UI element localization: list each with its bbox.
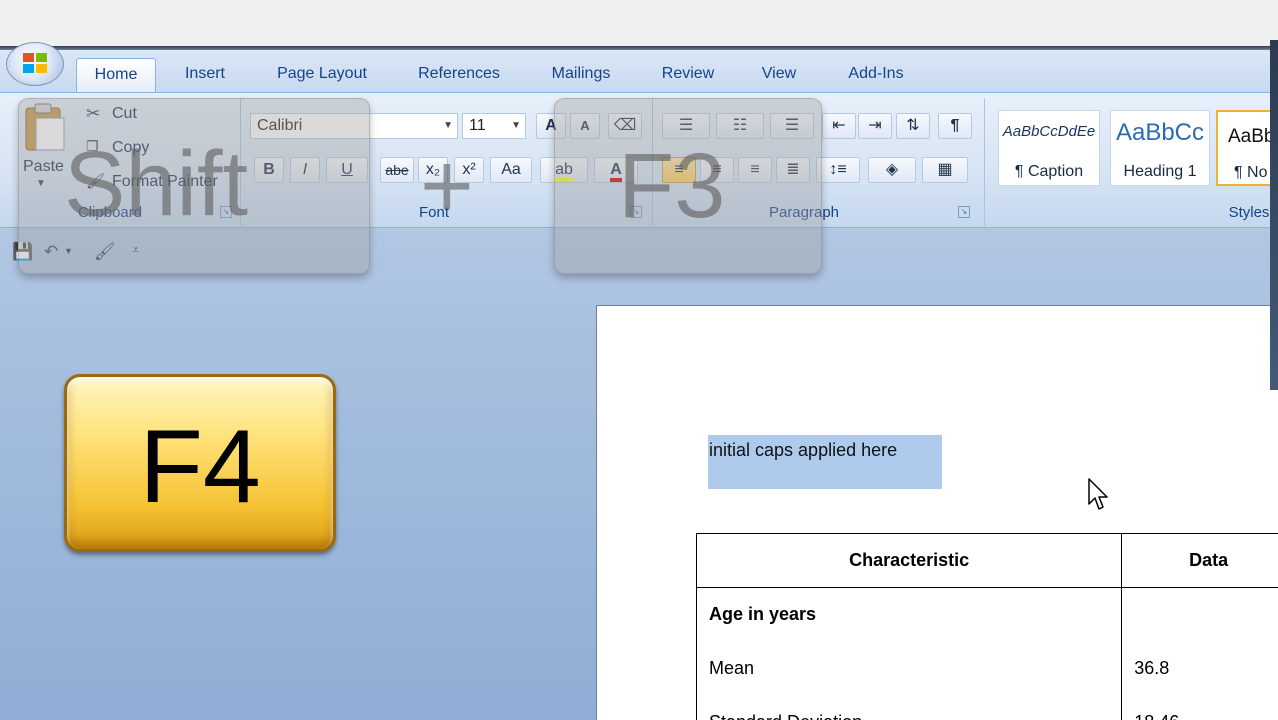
style-preview: AaBbCcDdEe	[1002, 123, 1096, 140]
style-name: ¶ Caption	[1014, 163, 1084, 180]
strikethrough-button[interactable]: abe	[380, 157, 414, 183]
f4-key-graphic: F4	[64, 374, 336, 552]
table-header-characteristic[interactable]: Characteristic	[695, 533, 1123, 588]
table-cell[interactable]: Mean	[695, 641, 1123, 696]
style-no-spacing[interactable]: AaBb ¶ No	[1216, 110, 1278, 186]
table-row: Standard Deviation 18.46	[695, 695, 1278, 720]
selected-text[interactable]: initial caps applied here	[709, 440, 897, 461]
table-cell[interactable]: 36.8	[1121, 641, 1278, 696]
window-right-edge	[1270, 40, 1278, 390]
f3-overlay-text: F3	[618, 135, 726, 237]
increase-indent-icon: ⇥	[868, 117, 882, 134]
tab-review[interactable]: Review	[648, 58, 728, 92]
sort-button[interactable]: ⇅	[896, 113, 930, 139]
tab-mailings[interactable]: Mailings	[536, 58, 626, 92]
style-name: ¶ No	[1234, 164, 1268, 181]
title-bar-area	[0, 0, 1278, 48]
tab-references[interactable]: References	[404, 58, 514, 92]
table-cell[interactable]: 18.46	[1121, 695, 1278, 720]
group-separator	[984, 98, 985, 226]
table-row: Mean 36.8	[695, 641, 1278, 696]
f4-key-label: F4	[139, 409, 261, 525]
font-size-value: 11	[469, 117, 486, 134]
shading-button[interactable]: ◈	[868, 157, 916, 183]
style-caption[interactable]: AaBbCcDdEe ¶ Caption	[998, 110, 1100, 186]
borders-icon: ▦	[937, 161, 953, 178]
show-formatting-button[interactable]: ¶	[938, 113, 972, 139]
decrease-indent-button[interactable]: ⇤	[822, 113, 856, 139]
chevron-down-icon: ▼	[511, 120, 521, 131]
paint-bucket-icon: ◈	[885, 161, 899, 178]
style-heading-1[interactable]: AaBbCc Heading 1	[1110, 110, 1210, 186]
decrease-indent-icon: ⇤	[832, 117, 846, 134]
data-table: Characteristic Data Age in years Mean 36…	[695, 533, 1278, 720]
table-row: Age in years	[695, 587, 1278, 642]
borders-button[interactable]: ▦	[922, 157, 968, 183]
tab-insert[interactable]: Insert	[170, 58, 240, 92]
mouse-pointer-icon	[1088, 478, 1108, 510]
style-preview: AaBb	[1228, 126, 1275, 147]
change-case-icon: Aa	[501, 161, 521, 178]
style-preview: AaBbCc	[1115, 119, 1205, 146]
tab-view[interactable]: View	[750, 58, 808, 92]
table-header-data[interactable]: Data	[1121, 533, 1278, 588]
plus-overlay-text: +	[420, 135, 474, 237]
tab-add-ins[interactable]: Add-Ins	[832, 58, 920, 92]
line-spacing-icon: ↕≡	[829, 161, 847, 178]
pilcrow-icon: ¶	[950, 117, 960, 134]
sort-az-icon: ⇅	[906, 117, 920, 134]
shift-overlay-text: Shift	[64, 133, 249, 235]
increase-indent-button[interactable]: ⇥	[858, 113, 892, 139]
table-cell[interactable]: Age in years	[695, 587, 1123, 642]
change-case-button[interactable]: Aa	[490, 157, 532, 183]
table-cell[interactable]: Standard Deviation	[695, 695, 1123, 720]
paragraph-launcher-icon[interactable]: ↘	[958, 206, 970, 218]
tab-page-layout[interactable]: Page Layout	[262, 58, 382, 92]
tab-home[interactable]: Home	[76, 58, 156, 92]
strikethrough-icon: abe	[385, 162, 409, 178]
line-spacing-button[interactable]: ↕≡	[816, 157, 860, 183]
table-cell[interactable]	[1121, 587, 1278, 642]
table-header-row: Characteristic Data	[695, 533, 1278, 588]
office-logo-icon	[23, 53, 47, 73]
style-name: Heading 1	[1123, 163, 1197, 180]
